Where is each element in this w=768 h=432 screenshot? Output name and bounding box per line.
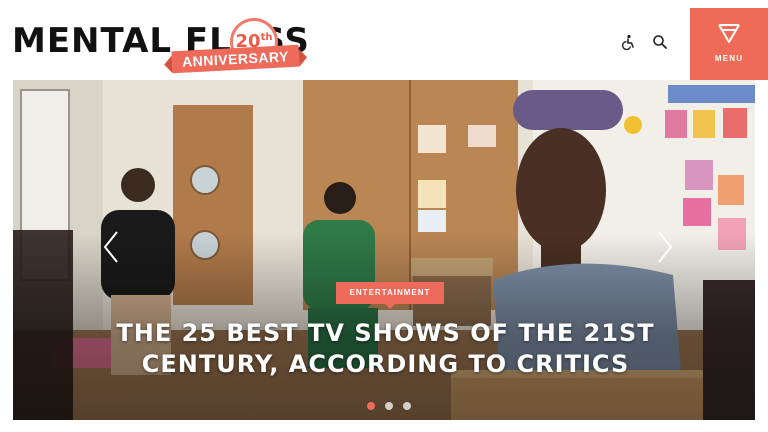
- carousel-dot[interactable]: [403, 402, 411, 410]
- menu-button[interactable]: MENU: [690, 8, 768, 80]
- carousel-dot[interactable]: [385, 402, 393, 410]
- hero-headline[interactable]: THE 25 BEST TV SHOWS OF THE 21ST CENTURY…: [73, 318, 698, 380]
- menu-triangle-icon: [718, 24, 740, 43]
- menu-label: MENU: [714, 54, 744, 63]
- carousel-next-arrow[interactable]: [655, 230, 675, 264]
- category-tag[interactable]: ENTERTAINMENT: [336, 282, 444, 309]
- hero-carousel[interactable]: ENTERTAINMENT THE 25 BEST TV SHOWS OF TH…: [13, 80, 755, 420]
- carousel-prev-arrow[interactable]: [101, 230, 121, 264]
- site-header: MENTAL FLOSS 20th ANNIVERSARY MENU: [0, 0, 768, 80]
- carousel-dots: [367, 402, 417, 412]
- site-logo[interactable]: MENTAL FLOSS 20th ANNIVERSARY: [12, 18, 342, 78]
- accessibility-icon[interactable]: [620, 34, 636, 51]
- carousel-dot[interactable]: [367, 402, 375, 410]
- search-icon[interactable]: [652, 34, 668, 50]
